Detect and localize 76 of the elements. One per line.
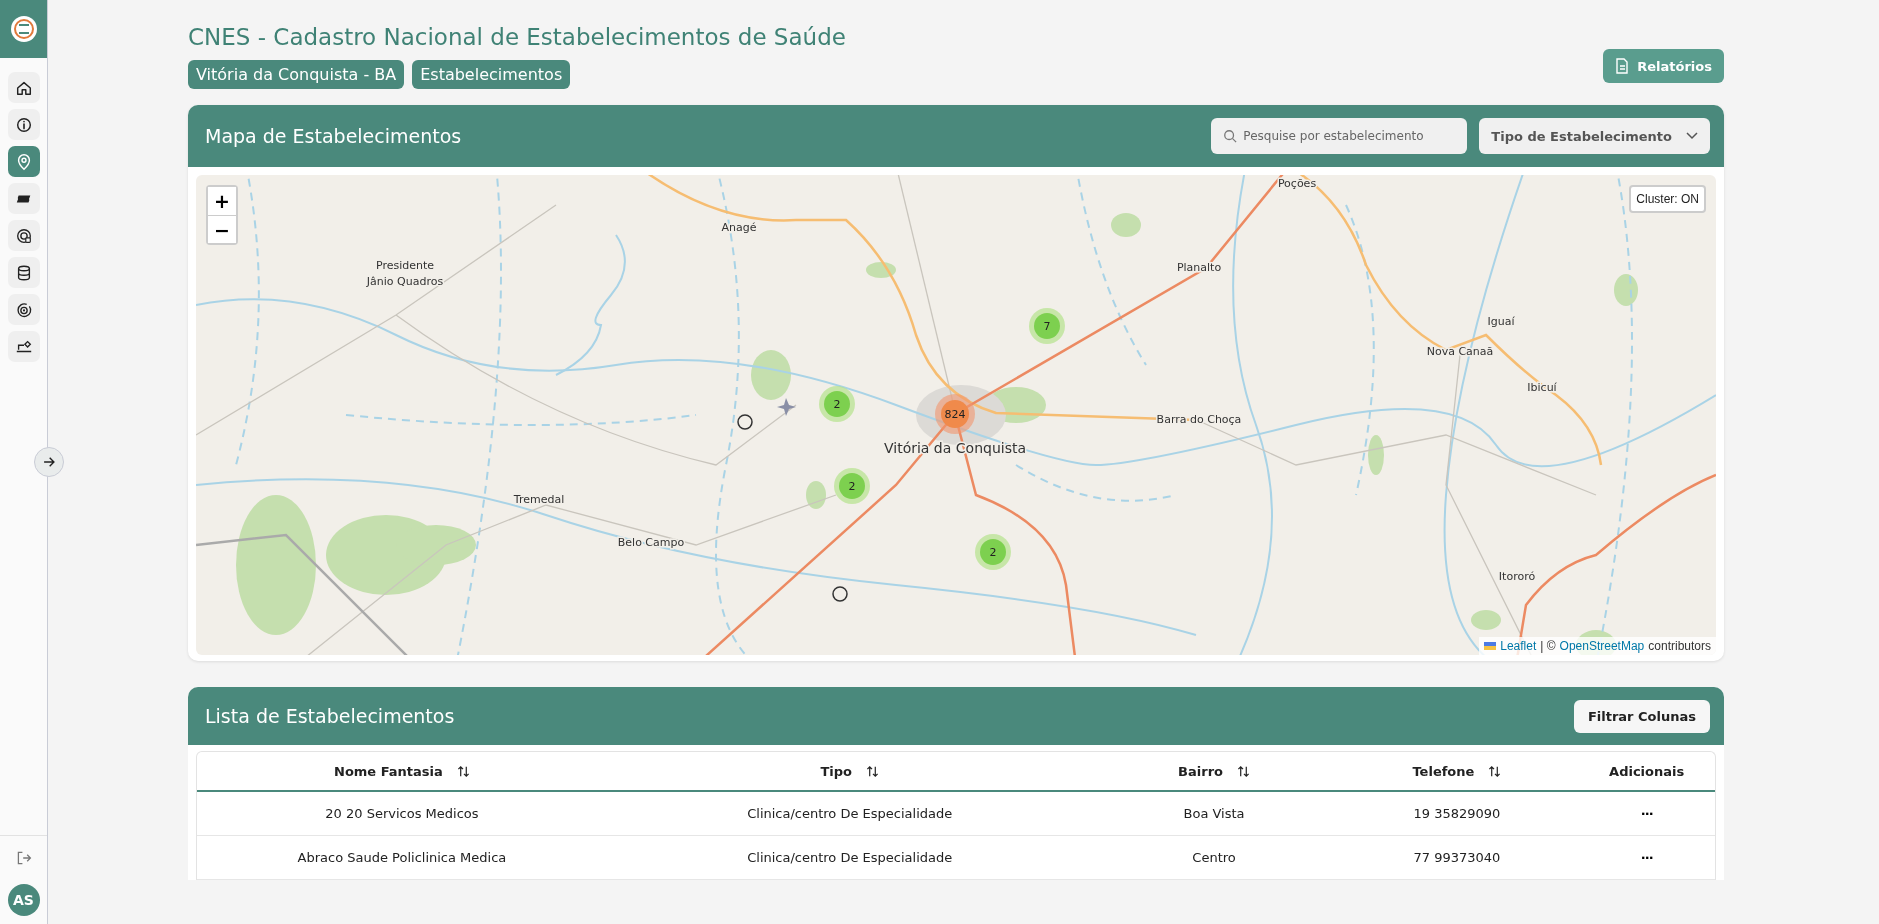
place-label: Presidente: [375, 259, 435, 272]
more-actions-button[interactable]: ···: [1640, 806, 1653, 821]
avatar[interactable]: AS: [7, 884, 40, 916]
place-label: Belo Campo: [617, 536, 685, 549]
page-title: CNES - Cadastro Nacional de Estabelecimentos de Saúde: [188, 24, 846, 50]
place-label: Anagé: [721, 221, 757, 234]
location-marker[interactable]: [832, 586, 848, 602]
type-dropdown[interactable]: Tipo de Estabelecimento: [1479, 118, 1710, 154]
breadcrumb-link[interactable]: Estabelecimentos: [412, 60, 571, 89]
cluster-marker[interactable]: 2: [975, 534, 1011, 570]
more-actions-button[interactable]: ···: [1640, 850, 1653, 865]
filter-columns-button[interactable]: Filtrar Colunas: [1573, 699, 1710, 733]
chevron-down-icon: [1686, 132, 1698, 140]
cluster-toggle-button[interactable]: Cluster: ON: [1629, 185, 1706, 213]
park-area: [1471, 610, 1501, 630]
openstreetmap-link[interactable]: OpenStreetMap: [1559, 639, 1645, 653]
logo-icon: [9, 15, 38, 43]
cluster-marker[interactable]: 2: [834, 468, 870, 504]
expand-sidebar-button[interactable]: [34, 447, 64, 477]
leaflet-link[interactable]: Leaflet: [1500, 639, 1537, 653]
sidebar-item[interactable]: [7, 294, 40, 325]
place-label: Nova Canaã: [1426, 345, 1494, 358]
search-icon: [1223, 129, 1238, 143]
cluster-marker[interactable]: 824: [935, 394, 975, 434]
panel-title: Mapa de Estabelecimentos: [205, 125, 463, 147]
table-cell-text: Boa Vista: [1182, 806, 1246, 821]
sidebar-item[interactable]: [7, 257, 40, 288]
arrow-right-icon: [42, 455, 56, 469]
flag-icon: [1484, 642, 1497, 650]
document-icon: [1615, 58, 1630, 74]
target-icon: [14, 226, 33, 245]
place-label: Jânio Quadros: [366, 275, 444, 288]
sort-icon[interactable]: [1237, 764, 1250, 778]
column-header: Adicionais: [1609, 763, 1685, 779]
column-header: Nome Fantasia: [334, 763, 443, 779]
sidebar-item[interactable]: [7, 331, 40, 362]
table-cell-text: Abraco Saude Policlinica Medica: [296, 850, 508, 865]
place-label: Tremedal: [513, 493, 565, 506]
info-icon: [14, 115, 33, 134]
radar-icon: [14, 300, 33, 319]
attribution-text: contributors: [1648, 639, 1711, 653]
park-area: [1614, 274, 1638, 306]
panel-title: Lista de Estabelecimentos: [205, 705, 455, 727]
airport-icon: [777, 398, 796, 416]
place-label: Barra do Choça: [1156, 413, 1242, 426]
search-field[interactable]: Pesquise por estabelecimento: [1211, 118, 1468, 154]
park-area: [806, 481, 826, 509]
column-header: Tipo: [820, 763, 852, 779]
zoom-out-button[interactable]: −: [208, 215, 236, 243]
park-area: [751, 350, 791, 400]
sidebar-item[interactable]: [7, 72, 40, 103]
park-area: [1368, 435, 1384, 475]
park-area: [866, 262, 896, 278]
place-label: Iguaí: [1487, 315, 1515, 328]
column-header: Bairro: [1178, 763, 1223, 779]
logout-icon[interactable]: [15, 850, 32, 866]
cluster-marker[interactable]: 7: [1029, 308, 1065, 344]
sort-icon[interactable]: [456, 764, 470, 778]
table-cell-text: 77 99373040: [1412, 850, 1502, 865]
table-cell-text: Centro: [1191, 850, 1237, 865]
cluster-marker[interactable]: 2: [819, 386, 855, 422]
sidebar-item[interactable]: [7, 220, 40, 251]
attribution-separator: | ©: [1540, 639, 1556, 653]
location-marker[interactable]: [737, 414, 753, 430]
sidebar-item[interactable]: [7, 109, 40, 140]
breadcrumb-link[interactable]: Vitória da Conquista - BA: [188, 60, 405, 89]
sort-icon[interactable]: [1488, 764, 1502, 778]
place-label: Itororó: [1498, 570, 1536, 583]
sidebar-item[interactable]: [7, 183, 40, 214]
sort-icon[interactable]: [866, 764, 879, 778]
table-cell-text: Clinica/centro De Especialidade: [746, 806, 954, 821]
table-cell-text: Clinica/centro De Especialidade: [746, 850, 954, 865]
table-cell-text: 20 20 Servicos Medicos: [324, 806, 480, 821]
park-area: [1111, 213, 1141, 237]
column-header: Telefone: [1412, 763, 1475, 779]
table-cell-text: 19 35829090: [1412, 806, 1502, 821]
